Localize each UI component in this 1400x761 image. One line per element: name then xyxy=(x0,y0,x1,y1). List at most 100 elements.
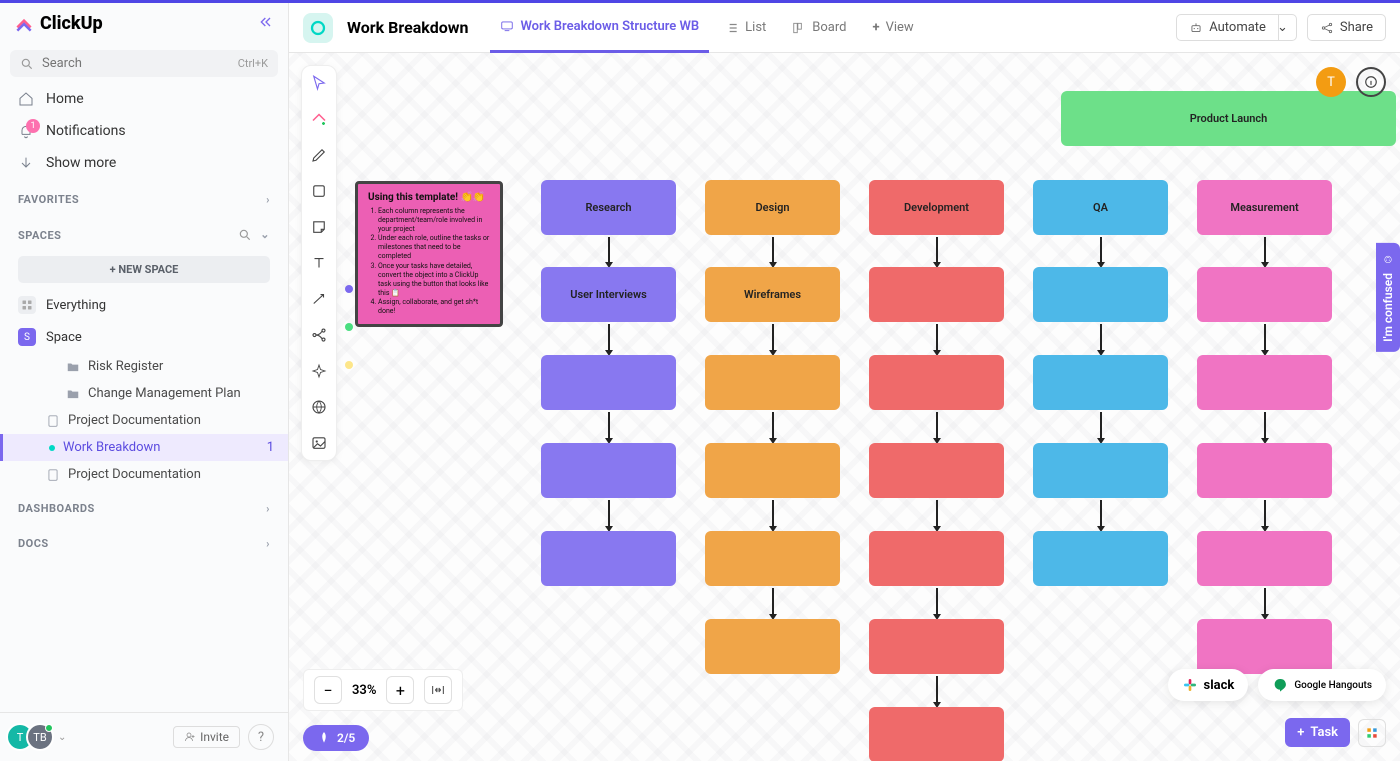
new-task-button[interactable]: + Task xyxy=(1285,718,1350,747)
automate-dropdown[interactable]: ⌄ xyxy=(1269,14,1297,41)
dashboards-section[interactable]: DASHBOARDS › xyxy=(0,488,288,523)
node-2-0[interactable] xyxy=(869,267,1004,322)
node-2-4[interactable] xyxy=(869,619,1004,674)
help-button[interactable]: ? xyxy=(248,724,274,750)
column-header-4[interactable]: Measurement xyxy=(1197,180,1332,235)
whiteboard-canvas[interactable]: − 33% + 2/5 T I'm confused ☺ xyxy=(289,53,1400,761)
node-1-4[interactable] xyxy=(705,619,840,674)
tool-text[interactable] xyxy=(308,252,330,274)
list-icon-badge[interactable] xyxy=(303,13,333,43)
zoom-in-button[interactable]: + xyxy=(386,676,414,704)
tool-pen[interactable] xyxy=(308,144,330,166)
column-header-0[interactable]: Research xyxy=(541,180,676,235)
logo[interactable]: ClickUp xyxy=(14,13,103,34)
collapse-sidebar-button[interactable] xyxy=(258,14,274,34)
fit-width-button[interactable] xyxy=(424,676,452,704)
node-4-0[interactable] xyxy=(1197,267,1332,322)
nav-home[interactable]: Home xyxy=(0,83,288,115)
presence-avatar[interactable]: T xyxy=(1316,67,1346,97)
connector-arrow xyxy=(1264,324,1266,351)
user-avatars[interactable]: T TB ⌄ xyxy=(14,723,66,751)
node-2-1[interactable] xyxy=(869,355,1004,410)
tool-connector[interactable] xyxy=(308,288,330,310)
sticky-icon xyxy=(310,218,328,236)
node-4-4[interactable] xyxy=(1197,619,1332,674)
nav-show-more[interactable]: Show more xyxy=(0,147,288,179)
tree-work-breakdown[interactable]: Work Breakdown 1 xyxy=(0,434,288,461)
node-0-2[interactable] xyxy=(541,443,676,498)
node-1-1[interactable] xyxy=(705,355,840,410)
sticky-note[interactable]: Using this template! 👏👏 Each column repr… xyxy=(355,181,503,327)
node-3-1[interactable] xyxy=(1033,355,1168,410)
info-button[interactable] xyxy=(1356,67,1386,97)
node-4-2[interactable] xyxy=(1197,443,1332,498)
chevron-down-icon[interactable]: ⌄ xyxy=(58,732,66,743)
tool-ai[interactable] xyxy=(308,360,330,382)
tool-image[interactable] xyxy=(308,432,330,454)
nav-home-label: Home xyxy=(46,91,84,107)
search-bar[interactable]: Ctrl+K xyxy=(10,50,278,77)
node-1-2[interactable] xyxy=(705,443,840,498)
tab-board[interactable]: Board xyxy=(782,3,856,53)
node-3-3[interactable] xyxy=(1033,531,1168,586)
share-button[interactable]: Share xyxy=(1307,14,1386,41)
column-header-1[interactable]: Design xyxy=(705,180,840,235)
node-2-2[interactable] xyxy=(869,443,1004,498)
search-spaces-icon[interactable] xyxy=(238,228,252,242)
node-3-0[interactable] xyxy=(1033,267,1168,322)
connector-arrow xyxy=(772,588,774,615)
page-title[interactable]: Work Breakdown xyxy=(347,18,468,37)
tool-sticky[interactable] xyxy=(308,216,330,238)
tree-risk-register[interactable]: Risk Register xyxy=(0,353,288,380)
node-3-2[interactable] xyxy=(1033,443,1168,498)
tree-project-doc-2[interactable]: Project Documentation xyxy=(0,461,288,488)
space-everything[interactable]: Everything xyxy=(0,289,288,321)
doc-icon xyxy=(46,468,60,482)
node-root[interactable]: Product Launch xyxy=(1061,91,1396,146)
node-2-3[interactable] xyxy=(869,531,1004,586)
zoom-out-button[interactable]: − xyxy=(314,676,342,704)
sidebar-footer: T TB ⌄ Invite ? xyxy=(0,712,288,761)
node-4-3[interactable] xyxy=(1197,531,1332,586)
tab-whiteboard[interactable]: Work Breakdown Structure WB xyxy=(490,3,709,53)
tab-list[interactable]: List xyxy=(715,3,776,53)
tool-web[interactable] xyxy=(308,396,330,418)
space-space[interactable]: S Space xyxy=(0,321,288,353)
tool-select[interactable] xyxy=(308,72,330,94)
node-2-5[interactable] xyxy=(869,707,1004,761)
node-0-0[interactable]: User Interviews xyxy=(541,267,676,322)
node-0-3[interactable] xyxy=(541,531,676,586)
node-1-3[interactable] xyxy=(705,531,840,586)
invite-button[interactable]: Invite xyxy=(173,726,240,748)
tour-progress[interactable]: 2/5 xyxy=(303,725,369,751)
tool-clickup[interactable] xyxy=(308,108,330,130)
integration-slack[interactable]: slack xyxy=(1168,669,1249,701)
search-input[interactable] xyxy=(42,56,230,71)
tab-whiteboard-label: Work Breakdown Structure WB xyxy=(520,19,699,34)
apps-button[interactable] xyxy=(1358,719,1386,747)
tool-shape[interactable] xyxy=(308,180,330,202)
tree-change-plan[interactable]: Change Management Plan xyxy=(0,380,288,407)
node-1-0[interactable]: Wireframes xyxy=(705,267,840,322)
text-icon xyxy=(310,254,328,272)
tree-project-doc-1[interactable]: Project Documentation xyxy=(0,407,288,434)
list-icon xyxy=(725,21,739,35)
column-header-3[interactable]: QA xyxy=(1033,180,1168,235)
favorites-section[interactable]: FAVORITES › xyxy=(0,179,288,214)
automate-button[interactable]: Automate xyxy=(1176,14,1279,41)
plus-icon: + xyxy=(873,20,880,35)
column-header-2[interactable]: Development xyxy=(869,180,1004,235)
docs-section[interactable]: DOCS › xyxy=(0,523,288,558)
column-label: Research xyxy=(585,201,631,214)
nav-notifications[interactable]: 1 Notifications xyxy=(0,115,288,147)
node-4-1[interactable] xyxy=(1197,355,1332,410)
feedback-tab[interactable]: I'm confused ☺ xyxy=(1376,243,1400,352)
node-0-1[interactable] xyxy=(541,355,676,410)
add-view-button[interactable]: + View xyxy=(863,3,924,53)
connector-arrow xyxy=(1100,412,1102,439)
integration-hangouts[interactable]: Google Hangouts xyxy=(1258,669,1386,701)
new-space-button[interactable]: + NEW SPACE xyxy=(18,256,270,283)
chevron-down-icon[interactable]: ⌄ xyxy=(260,228,270,242)
space-label: Space xyxy=(46,330,82,345)
tool-mindmap[interactable] xyxy=(308,324,330,346)
